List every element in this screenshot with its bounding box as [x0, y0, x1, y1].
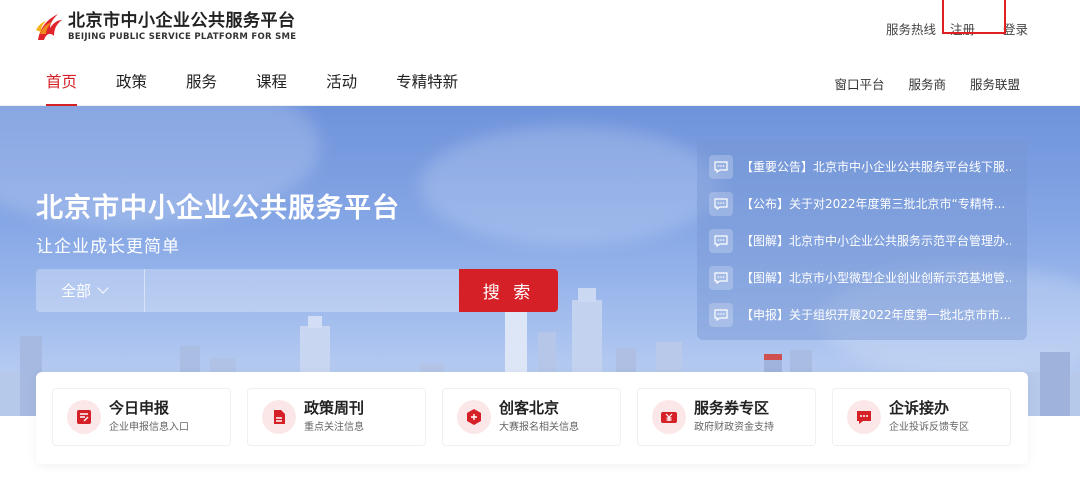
phoenix-logo-icon [36, 14, 62, 40]
site-logo[interactable]: 北京市中小企业公共服务平台 BEIJING PUBLIC SERVICE PLA… [34, 10, 296, 44]
card-title: 创客北京 [499, 399, 560, 417]
document-icon [262, 400, 296, 434]
card-subtitle: 重点关注信息 [304, 422, 364, 433]
card-policy-weekly[interactable]: 政策周刊 重点关注信息 [247, 388, 426, 446]
card-subtitle: 大赛报名相关信息 [499, 422, 579, 433]
logo-title-cn: 北京市中小企业公共服务平台 [68, 11, 296, 31]
news-title: 【图解】北京市小型微型企业创业创新示范基地管... [741, 271, 1011, 285]
chat-bubble-icon [709, 265, 733, 290]
hero-subtitle: 让企业成长更简单 [36, 237, 180, 257]
nav-activity[interactable]: 活动 [326, 70, 357, 106]
news-title: 【申报】关于组织开展2022年度第一批北京市市... [741, 308, 1011, 322]
edit-doc-icon [67, 400, 101, 434]
news-item[interactable]: 【图解】北京市小型微型企业创业创新示范基地管... [709, 259, 1027, 296]
news-title: 【图解】北京市中小企业公共服务示范平台管理办... [741, 234, 1011, 248]
news-item[interactable]: 【图解】北京市中小企业公共服务示范平台管理办... [709, 222, 1027, 259]
card-subtitle: 企业申报信息入口 [109, 422, 189, 433]
search-input[interactable] [144, 269, 459, 312]
yuan-ticket-icon [652, 400, 686, 434]
card-voucher-zone[interactable]: 服务券专区 政府财政资金支持 [637, 388, 816, 446]
quick-service-cards: 今日申报 企业申报信息入口 政策周刊 重点关注信息 创客北京 大赛报名相关信息 … [36, 372, 1028, 464]
search-scope-label: 全部 [61, 282, 92, 300]
register-highlight-box [942, 0, 1006, 34]
news-panel: 【重要公告】北京市中小企业公共服务平台线下服... 【公布】关于对2022年度第… [697, 140, 1027, 340]
main-navbar: 首页 政策 服务 课程 活动 专精特新 窗口平台 服务商 服务联盟 [0, 56, 1080, 106]
chat-icon [847, 400, 881, 434]
nav-service-alliance[interactable]: 服务联盟 [970, 74, 1020, 93]
hero-title: 北京市中小企业公共服务平台 [36, 193, 400, 224]
card-complaint-handling[interactable]: 企诉接办 企业投诉反馈专区 [832, 388, 1011, 446]
login-link[interactable]: 登录 [1003, 19, 1028, 38]
news-title: 【公布】关于对2022年度第三批北京市“专精特... [741, 197, 1006, 211]
card-title: 政策周刊 [304, 399, 365, 417]
hotline-link[interactable]: 服务热线 [886, 19, 936, 38]
card-title: 服务券专区 [694, 399, 770, 417]
card-maker-beijing[interactable]: 创客北京 大赛报名相关信息 [442, 388, 621, 446]
news-title: 【重要公告】北京市中小企业公共服务平台线下服... [741, 160, 1011, 174]
card-subtitle: 企业投诉反馈专区 [889, 422, 969, 433]
nav-service[interactable]: 服务 [186, 70, 217, 106]
chat-bubble-icon [709, 302, 733, 327]
nav-service-provider[interactable]: 服务商 [908, 74, 946, 93]
chat-bubble-icon [709, 191, 733, 216]
card-subtitle: 政府财政资金支持 [694, 422, 774, 433]
news-item[interactable]: 【公布】关于对2022年度第三批北京市“专精特... [709, 185, 1027, 222]
badge-icon [457, 400, 491, 434]
search-scope-dropdown[interactable]: 全部 [36, 269, 144, 312]
search-bar: 全部 搜 索 [36, 269, 558, 312]
card-title: 企诉接办 [889, 399, 950, 417]
nav-specialized[interactable]: 专精特新 [396, 70, 458, 106]
chat-bubble-icon [709, 154, 733, 179]
nav-home[interactable]: 首页 [46, 70, 78, 106]
card-title: 今日申报 [109, 399, 170, 417]
search-button[interactable]: 搜 索 [459, 269, 558, 312]
news-item[interactable]: 【重要公告】北京市中小企业公共服务平台线下服... [709, 148, 1027, 185]
chat-bubble-icon [709, 228, 733, 253]
hero-banner: 北京市中小企业公共服务平台 让企业成长更简单 全部 搜 索 【重要公告】北京市中… [0, 106, 1080, 416]
logo-title-en: BEIJING PUBLIC SERVICE PLATFORM FOR SME [68, 32, 297, 42]
nav-course[interactable]: 课程 [256, 70, 287, 106]
cloud-decoration [420, 126, 720, 246]
chevron-down-icon [97, 282, 109, 294]
nav-policy[interactable]: 政策 [116, 70, 147, 106]
nav-window-platform[interactable]: 窗口平台 [834, 74, 884, 93]
top-header: 北京市中小企业公共服务平台 BEIJING PUBLIC SERVICE PLA… [0, 0, 1080, 56]
card-daily-application[interactable]: 今日申报 企业申报信息入口 [52, 388, 231, 446]
news-item[interactable]: 【申报】关于组织开展2022年度第一批北京市市... [709, 296, 1027, 333]
